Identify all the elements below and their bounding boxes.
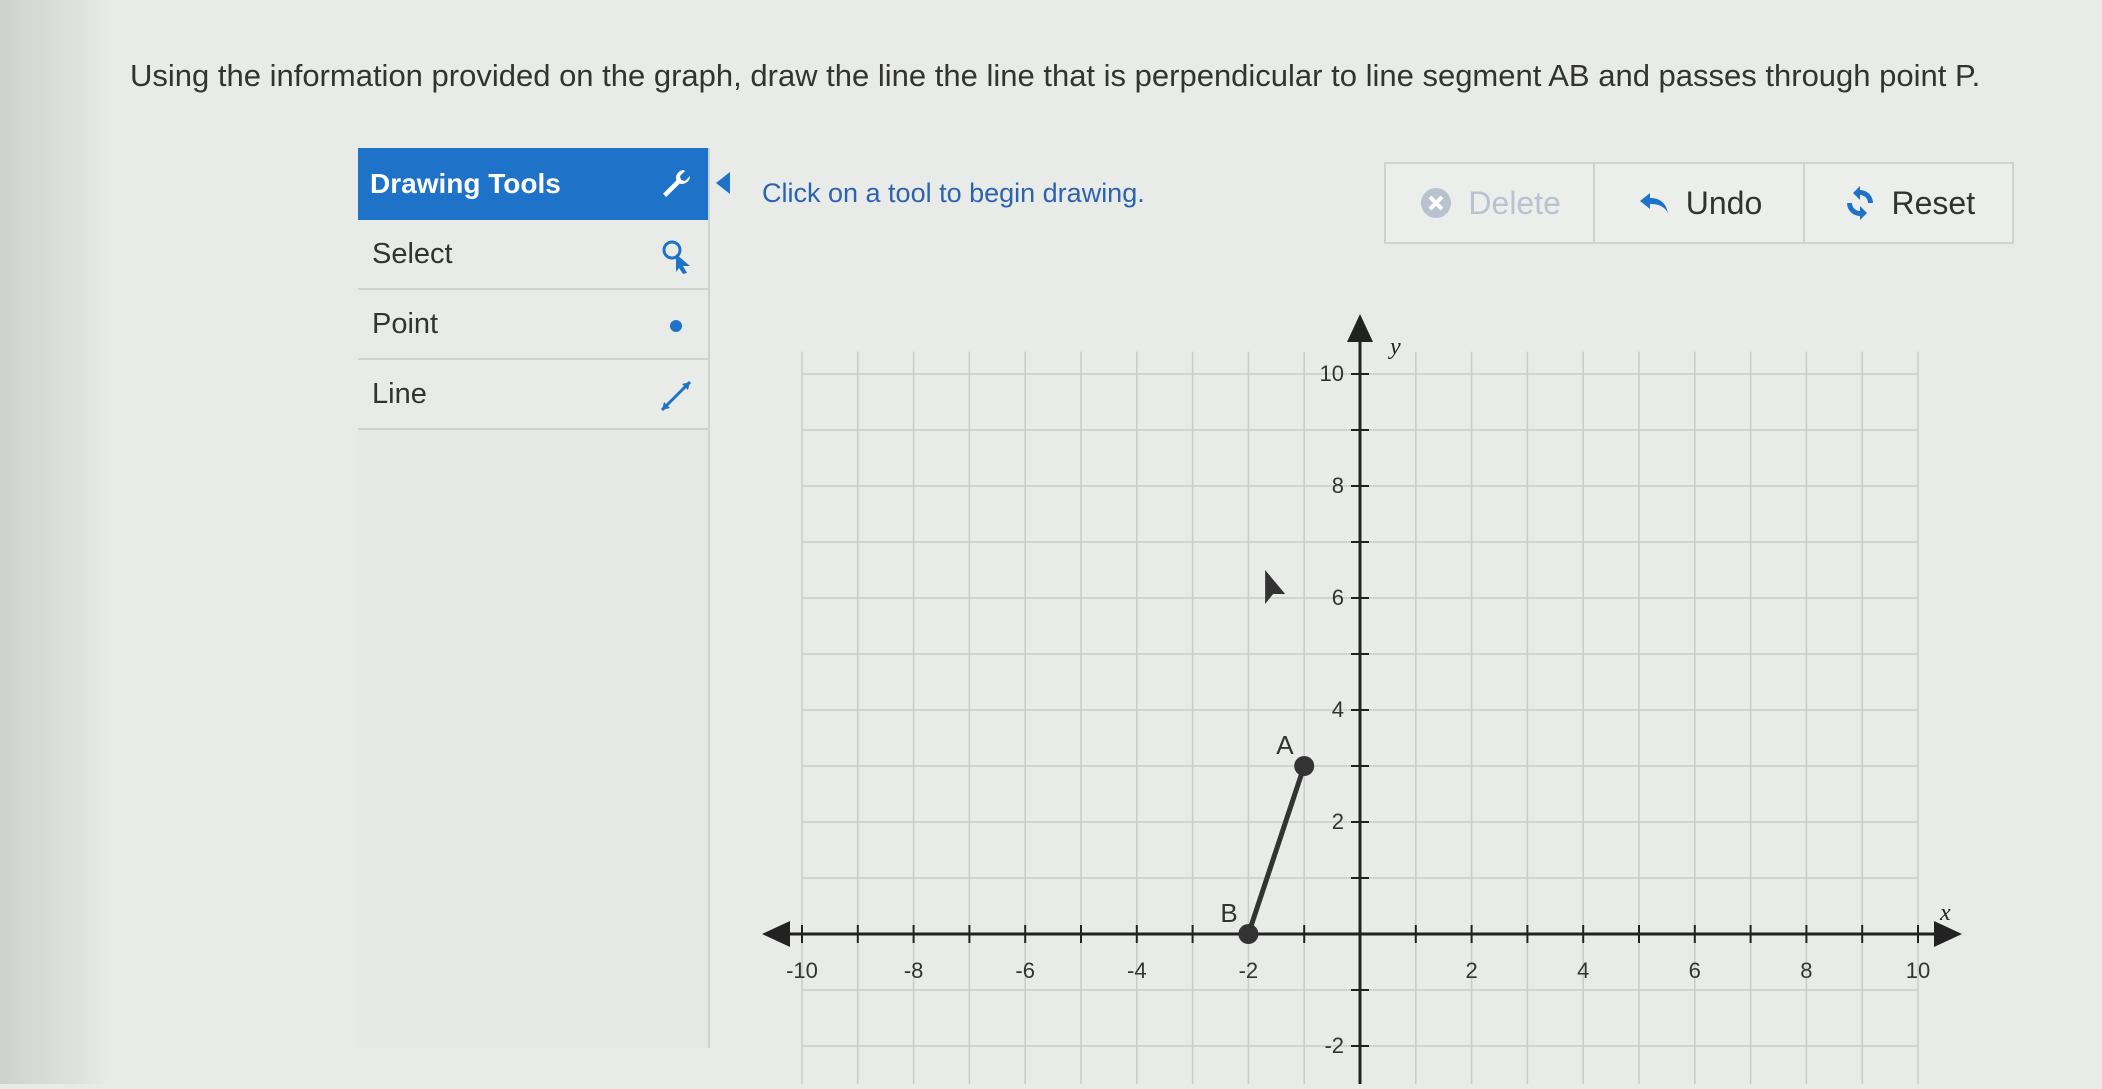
reset-label: Reset (1891, 184, 1976, 221)
pointer-icon (662, 240, 690, 274)
x-tick-label: 2 (1465, 958, 1477, 983)
graph-svg[interactable]: -10 -8 -6 -4 -2 2 4 6 8 10 -2 2 4 6 8 10 x y A B (720, 244, 2014, 1089)
x-tick-label: -6 (1015, 958, 1035, 983)
tool-point[interactable]: Point (358, 290, 708, 360)
x-tick-label: -8 (904, 958, 924, 983)
reset-icon (1846, 186, 1873, 220)
y-tick-label: 2 (1332, 809, 1344, 834)
point-b (1238, 924, 1259, 944)
point-label-a: A (1276, 730, 1294, 760)
delete-button[interactable]: Delete (1386, 164, 1596, 242)
y-tick-label: 8 (1332, 473, 1344, 498)
instruction-text: Using the information provided on the gr… (130, 58, 1981, 93)
segment-ab (1246, 765, 1307, 935)
x-tick-label: 4 (1577, 958, 1589, 983)
x-tick-label: -10 (786, 958, 818, 983)
x-tick-label: 10 (1906, 958, 1930, 983)
drawing-tools-panel: Drawing Tools Select Point Line (358, 148, 710, 1048)
x-tick-label: -2 (1239, 958, 1259, 983)
point-a (1294, 756, 1315, 776)
delete-icon (1421, 188, 1452, 218)
tool-select-label: Select (372, 237, 453, 270)
undo-icon (1639, 193, 1668, 213)
wrench-icon (663, 170, 690, 197)
x-tick-label: 6 (1689, 958, 1701, 983)
point-label-b: B (1220, 898, 1237, 928)
x-axis-label: x (1939, 900, 1951, 926)
tool-line[interactable]: Line (358, 360, 708, 430)
coordinate-graph[interactable]: -10 -8 -6 -4 -2 2 4 6 8 10 -2 2 4 6 8 10 x y A B (720, 244, 2014, 1089)
y-tick-label: 10 (1320, 361, 1344, 386)
tool-line-label: Line (372, 377, 427, 410)
hint-text: Click on a tool to begin drawing. (762, 178, 1145, 208)
undo-label: Undo (1685, 184, 1763, 221)
x-tick-label: -4 (1127, 958, 1147, 983)
x-axis-arrow-left (762, 921, 790, 947)
delete-label: Delete (1468, 184, 1561, 221)
y-axis-arrow-top (1347, 314, 1373, 342)
graph-toolbar: Delete Undo Reset (1384, 162, 2014, 244)
undo-button[interactable]: Undo (1595, 164, 1805, 242)
y-tick-label: 6 (1332, 585, 1344, 610)
y-tick-label: 4 (1332, 697, 1344, 722)
line-icon (660, 380, 692, 412)
x-tick-label: 8 (1800, 958, 1812, 983)
tool-point-label: Point (372, 307, 439, 340)
background-shade (0, 0, 110, 1084)
mouse-cursor-icon (1265, 570, 1286, 604)
tool-select[interactable]: Select (358, 220, 708, 290)
reset-button[interactable]: Reset (1805, 164, 2012, 242)
drawing-tools-title: Drawing Tools (370, 168, 561, 199)
collapse-panel-arrow-icon[interactable] (716, 172, 730, 194)
drawing-tools-header[interactable]: Drawing Tools (358, 148, 708, 220)
y-tick-label: -2 (1324, 1033, 1344, 1058)
y-axis-label: y (1388, 334, 1401, 360)
dot-icon (670, 320, 682, 332)
